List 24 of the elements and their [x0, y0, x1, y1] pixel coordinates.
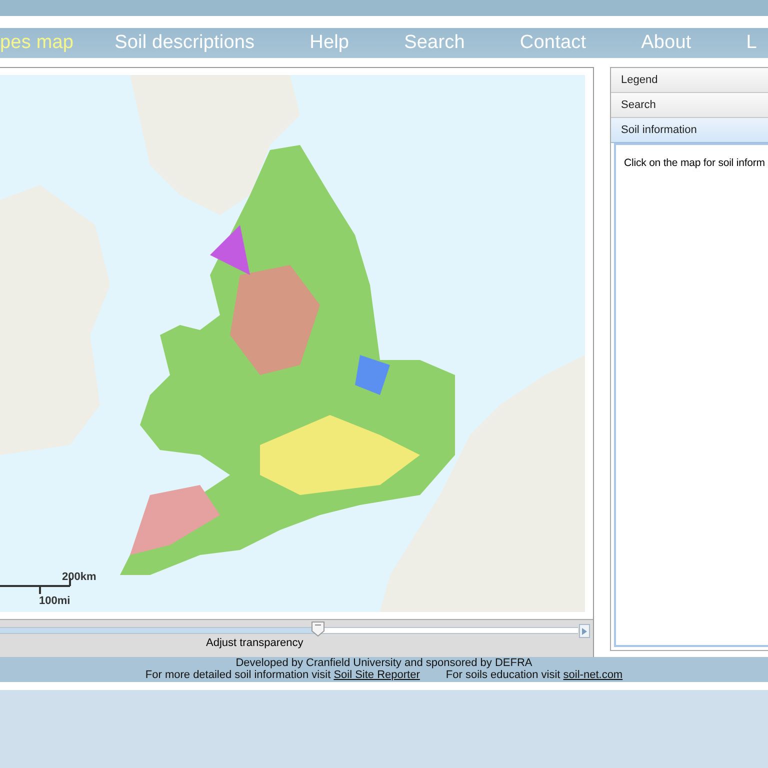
slider-thumb[interactable] — [310, 621, 325, 637]
accordion-header[interactable]: Soil information — [611, 118, 768, 143]
footer-text: For more detailed soil information visit Soil Site Reporter — [145, 669, 420, 681]
scale-label: 200km — [62, 571, 96, 583]
info-text: Click on the map for soil inform — [624, 157, 765, 169]
credit-text: Developed by Cranfield University and sponsored by DEFRA — [236, 657, 532, 669]
footer-text: For soils education visit soil-net.com — [446, 669, 623, 681]
accordion-header[interactable]: Legend — [611, 68, 768, 93]
slider-label: Adjust transparency — [206, 637, 304, 649]
triangle-icon — [582, 628, 587, 634]
slider-track[interactable] — [0, 621, 578, 639]
map-drawing[interactable] — [0, 75, 585, 612]
scale-label: 100mi — [39, 595, 70, 607]
footer-link[interactable]: soil-net.com — [563, 669, 623, 681]
nav-link[interactable]: Search — [404, 32, 465, 54]
nav-link[interactable]: L — [746, 32, 757, 54]
nav-link[interactable]: Soil descriptions — [114, 32, 255, 54]
nav-link[interactable]: pes map — [0, 32, 74, 54]
nav-link[interactable]: Contact — [520, 32, 586, 54]
footer-link[interactable]: Soil Site Reporter — [334, 669, 420, 681]
scroll-right-button[interactable] — [579, 624, 590, 638]
nav-link[interactable]: Help — [310, 32, 350, 54]
accordion-header[interactable]: Search — [611, 93, 768, 118]
nav-link[interactable]: About — [641, 32, 692, 54]
